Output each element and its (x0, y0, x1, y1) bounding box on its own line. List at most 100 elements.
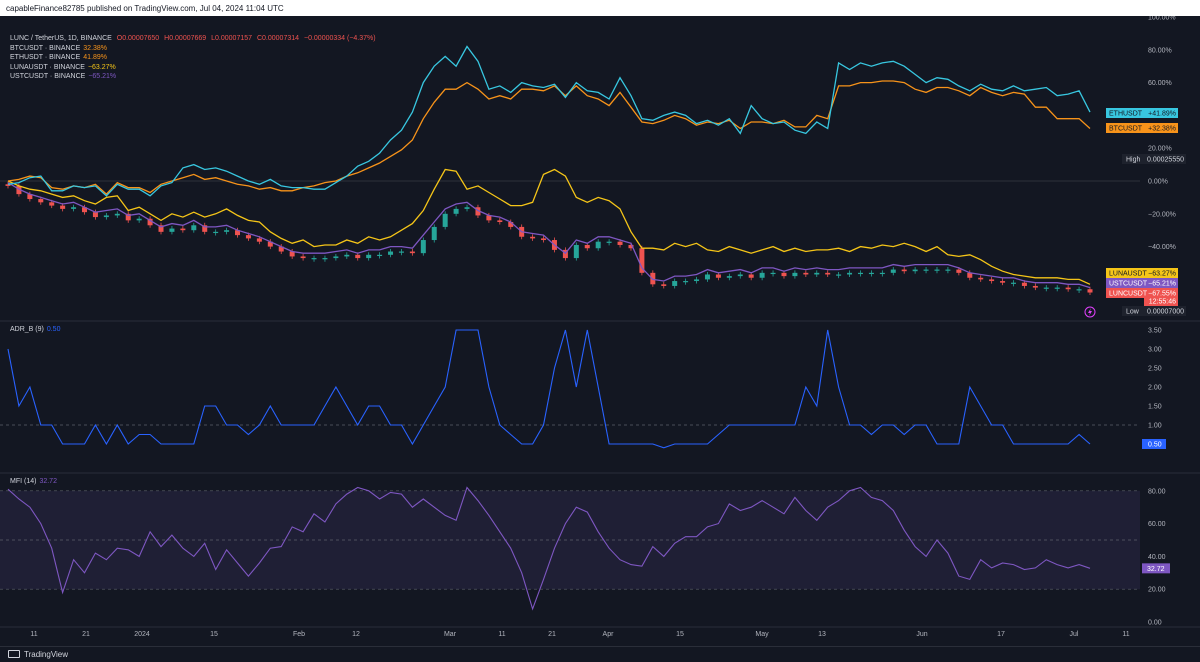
candle-body[interactable] (595, 241, 601, 249)
candle-body[interactable] (694, 279, 700, 282)
luna-price-badge[interactable]: LUNAUSDT −63.27% (1106, 268, 1178, 278)
candle-body[interactable] (989, 279, 995, 282)
candle-body[interactable] (814, 272, 820, 275)
mfi-pane-label[interactable]: MFI (14) 32.72 (10, 478, 57, 485)
candle-body[interactable] (300, 256, 306, 259)
candle-body[interactable] (978, 277, 984, 280)
candle-body[interactable] (333, 256, 339, 259)
candle-body[interactable] (169, 228, 175, 232)
candle-body[interactable] (923, 269, 929, 271)
candle-body[interactable] (398, 251, 404, 253)
ustc-price-badge[interactable]: USTCUSDT −65.21% (1106, 278, 1178, 288)
adr-pane-label[interactable]: ADR_B (9) 0.50 (10, 326, 60, 333)
candle-body[interactable] (759, 272, 765, 278)
time-axis[interactable]: 11 21 2024 15 Feb 12 Mar 11 21 Apr 15 May 13 Jun 17 Jul… (30, 631, 1129, 638)
candle-body[interactable] (617, 241, 623, 245)
candle-body[interactable] (377, 254, 383, 256)
mfi-pane[interactable]: 80.00 60.00 40.00 20.00 0.00 32.72 (0, 486, 1170, 627)
candle-body[interactable] (136, 218, 142, 221)
candle-body[interactable] (934, 269, 940, 271)
candle-body[interactable] (1065, 287, 1071, 290)
eth-price-badge[interactable]: ETHUSDT +41.89% (1106, 108, 1178, 118)
candle-body[interactable] (803, 272, 809, 275)
candle-body[interactable] (442, 213, 448, 227)
lightning-icon[interactable] (1084, 306, 1096, 318)
candle-body[interactable] (912, 269, 918, 272)
candle-body[interactable] (956, 269, 962, 273)
candle-body[interactable] (355, 254, 361, 259)
candle-body[interactable] (453, 208, 459, 214)
candle-body[interactable] (431, 226, 437, 241)
ustc-series-line[interactable] (7, 182, 1091, 289)
candle-body[interactable] (737, 274, 743, 277)
candle-body[interactable] (322, 258, 328, 260)
adr-series-line[interactable] (7, 329, 1091, 449)
legend-row-btc[interactable]: BTCUSDT · BINANCE 32.38% (10, 44, 379, 54)
candle-body[interactable] (1054, 287, 1060, 289)
candle-body[interactable] (180, 228, 186, 231)
legend-row-luna[interactable]: LUNAUSDT · BINANCE −63.27% (10, 63, 379, 73)
legend-row-ustc[interactable]: USTCUSDT · BINANCE −65.21% (10, 72, 379, 82)
candle-body[interactable] (573, 244, 579, 259)
candle-body[interactable] (726, 276, 732, 278)
candle-body[interactable] (191, 225, 197, 231)
candle-body[interactable] (1000, 281, 1006, 283)
candle-body[interactable] (464, 207, 470, 209)
candle-body[interactable] (704, 274, 710, 280)
candle-body[interactable] (770, 272, 776, 275)
btc-price-badge[interactable]: BTCUSDT +32.38% (1106, 123, 1178, 133)
candle-body[interactable] (420, 240, 426, 254)
candle-body[interactable] (879, 272, 885, 275)
adr-pane[interactable]: 3.50 3.00 2.50 2.00 1.50 1.00 0.50 0.50 (0, 328, 1166, 450)
candle-body[interactable] (344, 254, 350, 257)
candle-body[interactable] (945, 269, 951, 271)
legend-main-symbol[interactable]: LUNC / TetherUS, 1D, BINANCE O0.00007650… (10, 34, 379, 44)
high-marker[interactable]: High 0.00025550 (1122, 154, 1186, 164)
candle-body[interactable] (1087, 289, 1093, 293)
candle-body[interactable] (388, 251, 394, 255)
legend-row-eth[interactable]: ETHUSDT · BINANCE 41.89% (10, 53, 379, 63)
low-marker[interactable]: Low 0.00007000 (1122, 306, 1186, 316)
candle-body[interactable] (661, 284, 667, 286)
candle-body[interactable] (868, 272, 874, 275)
candle-body[interactable] (530, 236, 536, 239)
candle-body[interactable] (71, 207, 77, 209)
candle-body[interactable] (792, 272, 798, 277)
candle-body[interactable] (311, 258, 317, 260)
candle-body[interactable] (890, 269, 896, 273)
candle-body[interactable] (60, 205, 66, 209)
candle-body[interactable] (1021, 282, 1027, 286)
candle-body[interactable] (213, 231, 219, 234)
candle-body[interactable] (38, 199, 44, 203)
candle-body[interactable] (847, 272, 853, 275)
chart-frame[interactable]: 100.00%80.00%60.00%40.00%20.00%0.00%−20.… (0, 16, 1200, 646)
candle-body[interactable] (836, 274, 842, 276)
candle-body[interactable] (1076, 289, 1082, 291)
candle-body[interactable] (114, 213, 120, 216)
candle-body[interactable] (92, 212, 98, 218)
candle-body[interactable] (224, 230, 230, 232)
candle-body[interactable] (825, 272, 831, 275)
candle-body[interactable] (497, 220, 503, 222)
candle-body[interactable] (683, 281, 689, 283)
candle-body[interactable] (103, 215, 109, 218)
candle-body[interactable] (748, 274, 754, 278)
luna-series-line[interactable] (7, 168, 1091, 285)
candle-body[interactable] (672, 281, 678, 286)
candle-body[interactable] (256, 238, 262, 242)
btc-series-line[interactable] (7, 80, 1091, 196)
candle-body[interactable] (366, 254, 372, 259)
candle-body[interactable] (541, 238, 547, 241)
candle-body[interactable] (781, 272, 787, 277)
chart-svg[interactable]: 100.00%80.00%60.00%40.00%20.00%0.00%−20.… (0, 16, 1200, 646)
candle-body[interactable] (49, 202, 55, 206)
lunc-candles[interactable] (5, 181, 1093, 296)
candle-body[interactable] (245, 235, 251, 239)
candle-body[interactable] (901, 269, 907, 272)
lunc-price-badge[interactable]: LUNCUSDT −67.55% (1106, 288, 1178, 298)
candle-body[interactable] (409, 251, 415, 254)
candle-body[interactable] (715, 274, 721, 278)
tradingview-brand[interactable]: TradingView (8, 650, 68, 659)
candle-body[interactable] (1010, 282, 1016, 284)
candle-body[interactable] (1043, 287, 1049, 289)
